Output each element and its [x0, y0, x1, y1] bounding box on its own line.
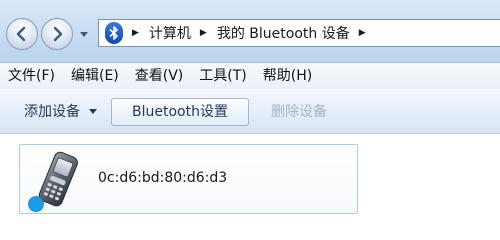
device-name: 0c:d6:bd:80:d6:d3: [98, 170, 228, 186]
breadcrumb-bluetooth-devices[interactable]: 我的 Bluetooth 设备: [217, 23, 350, 43]
menu-help[interactable]: 帮助(H): [255, 65, 320, 87]
device-tile[interactable]: 0c:d6:bd:80:d6:d3: [19, 144, 358, 214]
breadcrumb-computer[interactable]: 计算机: [149, 23, 191, 43]
chevron-down-icon: [80, 32, 88, 37]
status-indicator-icon: [28, 196, 44, 212]
forward-button[interactable]: [41, 18, 73, 50]
device-list: 0c:d6:bd:80:d6:d3: [0, 135, 500, 235]
bluetooth-settings-label: Bluetooth设置: [132, 103, 228, 120]
remove-device-label: 删除设备: [270, 103, 327, 120]
forward-arrow-icon: [53, 26, 63, 42]
command-bar: 添加设备 Bluetooth设置 删除设备: [0, 89, 500, 134]
menu-edit[interactable]: 编辑(E): [63, 65, 127, 87]
back-button[interactable]: [6, 18, 38, 50]
chevron-down-icon: [89, 109, 97, 114]
breadcrumb-separator-icon[interactable]: ▶: [200, 28, 207, 38]
breadcrumb-separator-icon[interactable]: ▶: [132, 28, 139, 38]
back-arrow-icon: [16, 26, 26, 42]
address-bar[interactable]: ▶ 计算机 ▶ 我的 Bluetooth 设备 ▶: [98, 19, 500, 47]
remove-device-button: 删除设备: [263, 98, 335, 126]
bluetooth-icon: [105, 22, 123, 44]
add-device-label: 添加设备: [24, 103, 80, 120]
add-device-button[interactable]: 添加设备: [16, 98, 105, 126]
title-bar: ▶ 计算机 ▶ 我的 Bluetooth 设备 ▶: [0, 0, 500, 62]
breadcrumb-separator-icon[interactable]: ▶: [359, 28, 366, 38]
menu-view[interactable]: 查看(V): [127, 65, 192, 87]
recent-pages-button[interactable]: [79, 30, 89, 40]
mobile-phone-icon: [28, 151, 78, 212]
menu-bar: 文件(F) 编辑(E) 查看(V) 工具(T) 帮助(H): [0, 62, 500, 89]
menu-tools[interactable]: 工具(T): [191, 65, 254, 87]
bluetooth-settings-button[interactable]: Bluetooth设置: [111, 97, 249, 126]
menu-file[interactable]: 文件(F): [0, 65, 63, 87]
